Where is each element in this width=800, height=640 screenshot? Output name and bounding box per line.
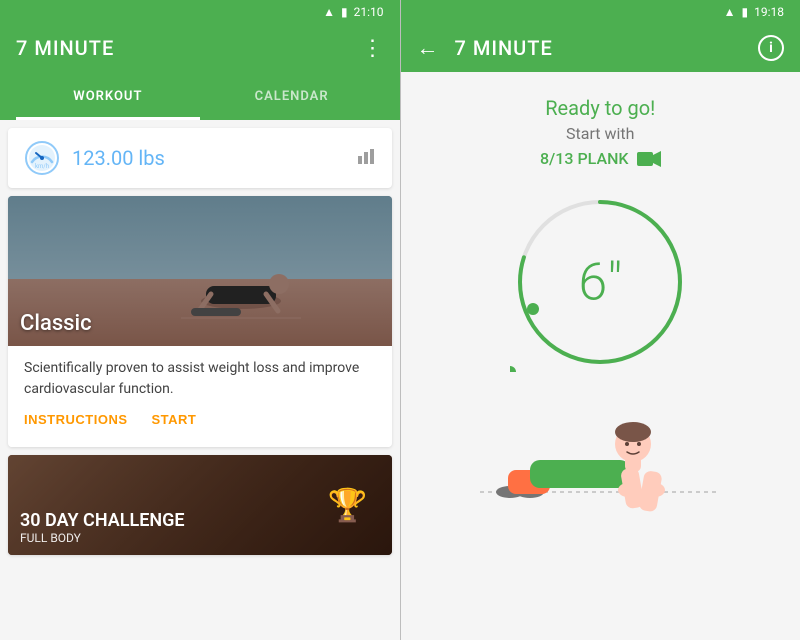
challenge-main-text: 30 DAY CHALLENGE — [20, 510, 185, 531]
bar-chart-icon — [356, 146, 376, 166]
signal-icon-left: ▲ — [323, 5, 335, 19]
timer-container: 6" — [510, 192, 690, 372]
battery-icon-left: ▮ — [341, 5, 348, 19]
right-title-row: ← 7 MINUTE i — [417, 24, 785, 72]
tab-workout[interactable]: WORKOUT — [16, 72, 200, 120]
right-content: Ready to go! Start with 8/13 PLANK — [401, 72, 800, 640]
back-button[interactable]: ← — [417, 35, 439, 61]
timer-end-dot — [527, 303, 539, 315]
speedometer-icon: km/h — [24, 140, 60, 176]
title-row-left: 7 MINUTE ⋮ — [16, 24, 384, 72]
left-panel: ▲ ▮ 21:10 7 MINUTE ⋮ WORKOUT CALENDAR — [0, 0, 400, 640]
workout-image: Classic — [8, 196, 392, 346]
right-header: ▲ ▮ 19:18 ← 7 MINUTE i — [401, 0, 800, 72]
app-title-left: 7 MINUTE — [16, 36, 114, 60]
time-left: 21:10 — [354, 5, 384, 19]
video-icon[interactable] — [637, 150, 661, 168]
chart-icon[interactable] — [356, 146, 376, 171]
weight-value: 123.00 lbs — [72, 146, 165, 170]
workout-card: Classic Scientifically proven to assist … — [8, 196, 392, 447]
exercise-name: 8/13 PLANK — [540, 149, 629, 168]
status-bar-left: ▲ ▮ 21:10 — [16, 0, 384, 24]
challenge-card[interactable]: 30 DAY CHALLENGE FULL BODY 🏆 — [8, 455, 392, 555]
instructions-button[interactable]: INSTRUCTIONS — [24, 412, 128, 427]
ready-text: Ready to go! — [545, 96, 655, 120]
status-bar-right: ▲ ▮ 19:18 — [417, 0, 785, 24]
start-with-text: Start with — [566, 124, 634, 143]
more-menu-button[interactable]: ⋮ — [362, 36, 384, 61]
info-button[interactable]: i — [758, 35, 784, 61]
signal-icon-right: ▲ — [724, 5, 736, 19]
battery-icon-right: ▮ — [742, 5, 749, 19]
workout-desc-text: Scientifically proven to assist weight l… — [24, 358, 376, 400]
timer-display: 6" — [578, 252, 622, 313]
workout-description: Scientifically proven to assist weight l… — [8, 346, 392, 447]
tab-calendar[interactable]: CALENDAR — [200, 72, 384, 120]
right-panel: ▲ ▮ 19:18 ← 7 MINUTE i Ready to go! Star… — [401, 0, 800, 640]
pushup-person-icon — [161, 256, 321, 336]
left-content: km/h 123.00 lbs — [0, 120, 400, 640]
right-app-title: 7 MINUTE — [455, 36, 743, 60]
weight-card: km/h 123.00 lbs — [8, 128, 392, 188]
start-button[interactable]: START — [152, 412, 197, 427]
time-right: 19:18 — [754, 5, 784, 19]
challenge-sub-text: FULL BODY — [20, 531, 185, 545]
workout-actions: INSTRUCTIONS START — [24, 412, 376, 435]
svg-text:km/h: km/h — [35, 163, 49, 170]
weight-left: km/h 123.00 lbs — [24, 140, 165, 176]
plank-illustration-icon — [460, 402, 740, 522]
left-header: ▲ ▮ 21:10 7 MINUTE ⋮ WORKOUT CALENDAR — [0, 0, 400, 120]
exercise-info: 8/13 PLANK — [540, 149, 661, 168]
trophy-icon: 🏆 — [328, 486, 368, 524]
workout-label: Classic — [20, 311, 92, 336]
challenge-label: 30 DAY CHALLENGE FULL BODY — [20, 510, 185, 545]
tabs-row: WORKOUT CALENDAR — [16, 72, 384, 120]
exercise-illustration — [460, 402, 740, 522]
